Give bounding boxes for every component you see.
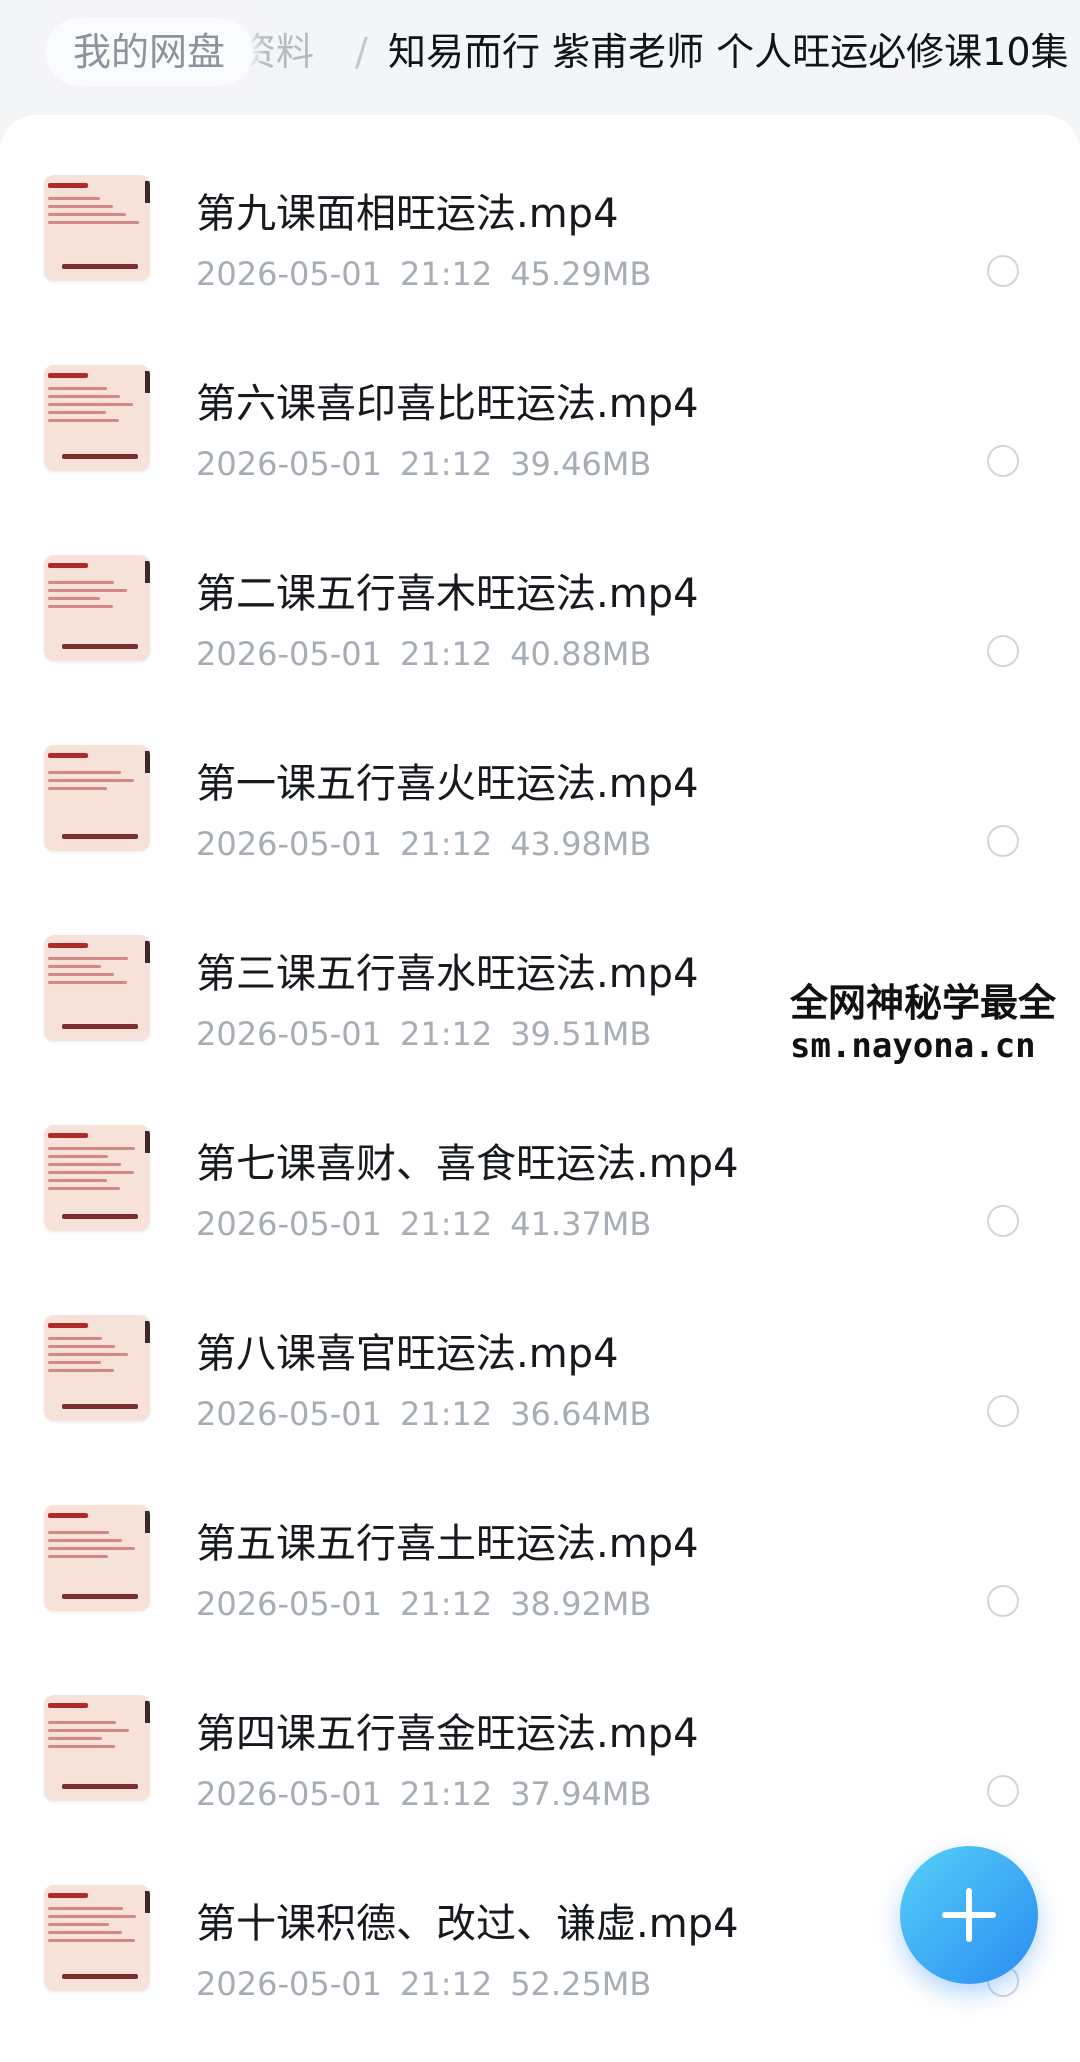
file-meta: 2026-05-01 21:12 43.98MB: [196, 825, 669, 863]
file-date: 2026-05-01: [196, 445, 382, 483]
file-name: 第七课喜财、喜食旺运法.mp4: [196, 1141, 739, 1187]
file-meta: 2026-05-01 21:12 38.92MB: [196, 1585, 669, 1623]
file-time: 21:12: [399, 1015, 493, 1053]
video-thumbnail: [44, 175, 150, 281]
file-row[interactable]: 第五课五行喜土旺运法.mp4 2026-05-01 21:12 38.92MB: [0, 1485, 1080, 1675]
file-date: 2026-05-01: [196, 255, 382, 293]
video-thumbnail: [44, 555, 150, 661]
file-date: 2026-05-01: [196, 825, 382, 863]
plus-icon-vertical: [966, 1888, 972, 1942]
file-meta: 2026-05-01 21:12 45.29MB: [196, 255, 669, 293]
file-meta: 2026-05-01 21:12 52.25MB: [196, 1965, 669, 2003]
file-date: 2026-05-01: [196, 1585, 382, 1623]
select-radio-icon[interactable]: [987, 1395, 1019, 1427]
file-row[interactable]: 第二课五行喜木旺运法.mp4 2026-05-01 21:12 40.88MB: [0, 535, 1080, 725]
file-time: 21:12: [399, 635, 493, 673]
file-meta: 2026-05-01 21:12 39.46MB: [196, 445, 669, 483]
file-name: 第二课五行喜木旺运法.mp4: [196, 571, 699, 617]
video-thumbnail: [44, 1885, 150, 1991]
file-name: 第十课积德、改过、谦虚.mp4: [196, 1901, 739, 1947]
select-radio-icon[interactable]: [987, 1205, 1019, 1237]
video-thumbnail: [44, 1315, 150, 1421]
watermark: 全网神秘学最全 sm.nayona.cn: [778, 960, 1080, 1086]
video-thumbnail: [44, 1125, 150, 1231]
select-radio-icon[interactable]: [987, 825, 1019, 857]
file-size: 41.37MB: [510, 1205, 652, 1243]
select-radio-icon[interactable]: [987, 635, 1019, 667]
file-meta: 2026-05-01 21:12 40.88MB: [196, 635, 669, 673]
file-date: 2026-05-01: [196, 1205, 382, 1243]
watermark-line-2: sm.nayona.cn: [790, 1026, 1036, 1066]
file-time: 21:12: [399, 825, 493, 863]
file-time: 21:12: [399, 1585, 493, 1623]
file-list: 第九课面相旺运法.mp4 2026-05-01 21:12 45.29MB 第六课喜印喜…: [0, 155, 1080, 2055]
file-name: 第六课喜印喜比旺运法.mp4: [196, 381, 699, 427]
upload-fab-button[interactable]: [900, 1846, 1038, 1984]
file-meta: 2026-05-01 21:12 37.94MB: [196, 1775, 669, 1813]
file-time: 21:12: [399, 1205, 493, 1243]
file-list-panel: 第九课面相旺运法.mp4 2026-05-01 21:12 45.29MB 第六课喜印喜…: [0, 115, 1080, 2062]
file-name: 第四课五行喜金旺运法.mp4: [196, 1711, 699, 1757]
select-radio-icon[interactable]: [987, 1775, 1019, 1807]
file-meta: 2026-05-01 21:12 36.64MB: [196, 1395, 669, 1433]
file-time: 21:12: [399, 1395, 493, 1433]
file-time: 21:12: [399, 1965, 493, 2003]
file-row[interactable]: 第八课喜官旺运法.mp4 2026-05-01 21:12 36.64MB: [0, 1295, 1080, 1485]
file-row[interactable]: 第一课五行喜火旺运法.mp4 2026-05-01 21:12 43.98MB: [0, 725, 1080, 915]
file-date: 2026-05-01: [196, 1015, 382, 1053]
file-name: 第五课五行喜土旺运法.mp4: [196, 1521, 699, 1567]
file-size: 36.64MB: [510, 1395, 652, 1433]
file-size: 39.46MB: [510, 445, 652, 483]
file-size: 37.94MB: [510, 1775, 652, 1813]
watermark-line-1: 全网神秘学最全: [790, 981, 1057, 1025]
file-name: 第三课五行喜水旺运法.mp4: [196, 951, 699, 997]
file-row[interactable]: 第六课喜印喜比旺运法.mp4 2026-05-01 21:12 39.46MB: [0, 345, 1080, 535]
breadcrumb-root-my-drive[interactable]: 我的网盘: [45, 18, 254, 86]
file-date: 2026-05-01: [196, 1775, 382, 1813]
breadcrumb: 资料 我的网盘 / 知易而行 紫甫老师 个人旺运必修课10集: [0, 0, 1080, 110]
file-meta: 2026-05-01 21:12 39.51MB: [196, 1015, 669, 1053]
file-size: 39.51MB: [510, 1015, 652, 1053]
file-time: 21:12: [399, 1775, 493, 1813]
select-radio-icon[interactable]: [987, 255, 1019, 287]
file-date: 2026-05-01: [196, 635, 382, 673]
file-row[interactable]: 第七课喜财、喜食旺运法.mp4 2026-05-01 21:12 41.37MB: [0, 1105, 1080, 1295]
breadcrumb-separator: /: [355, 30, 368, 74]
file-name: 第九课面相旺运法.mp4: [196, 191, 619, 237]
file-date: 2026-05-01: [196, 1965, 382, 2003]
breadcrumb-current-folder: 知易而行 紫甫老师 个人旺运必修课10集: [388, 30, 1069, 74]
file-size: 52.25MB: [510, 1965, 652, 2003]
file-size: 43.98MB: [510, 825, 652, 863]
file-size: 40.88MB: [510, 635, 652, 673]
file-size: 38.92MB: [510, 1585, 652, 1623]
file-name: 第八课喜官旺运法.mp4: [196, 1331, 619, 1377]
select-radio-icon[interactable]: [987, 445, 1019, 477]
video-thumbnail: [44, 1695, 150, 1801]
file-row[interactable]: 第九课面相旺运法.mp4 2026-05-01 21:12 45.29MB: [0, 155, 1080, 345]
video-thumbnail: [44, 1505, 150, 1611]
video-thumbnail: [44, 365, 150, 471]
file-size: 45.29MB: [510, 255, 652, 293]
video-thumbnail: [44, 935, 150, 1041]
file-date: 2026-05-01: [196, 1395, 382, 1433]
select-radio-icon[interactable]: [987, 1585, 1019, 1617]
file-row[interactable]: 第四课五行喜金旺运法.mp4 2026-05-01 21:12 37.94MB: [0, 1675, 1080, 1865]
file-meta: 2026-05-01 21:12 41.37MB: [196, 1205, 669, 1243]
file-name: 第一课五行喜火旺运法.mp4: [196, 761, 699, 807]
video-thumbnail: [44, 745, 150, 851]
file-time: 21:12: [399, 255, 493, 293]
file-time: 21:12: [399, 445, 493, 483]
